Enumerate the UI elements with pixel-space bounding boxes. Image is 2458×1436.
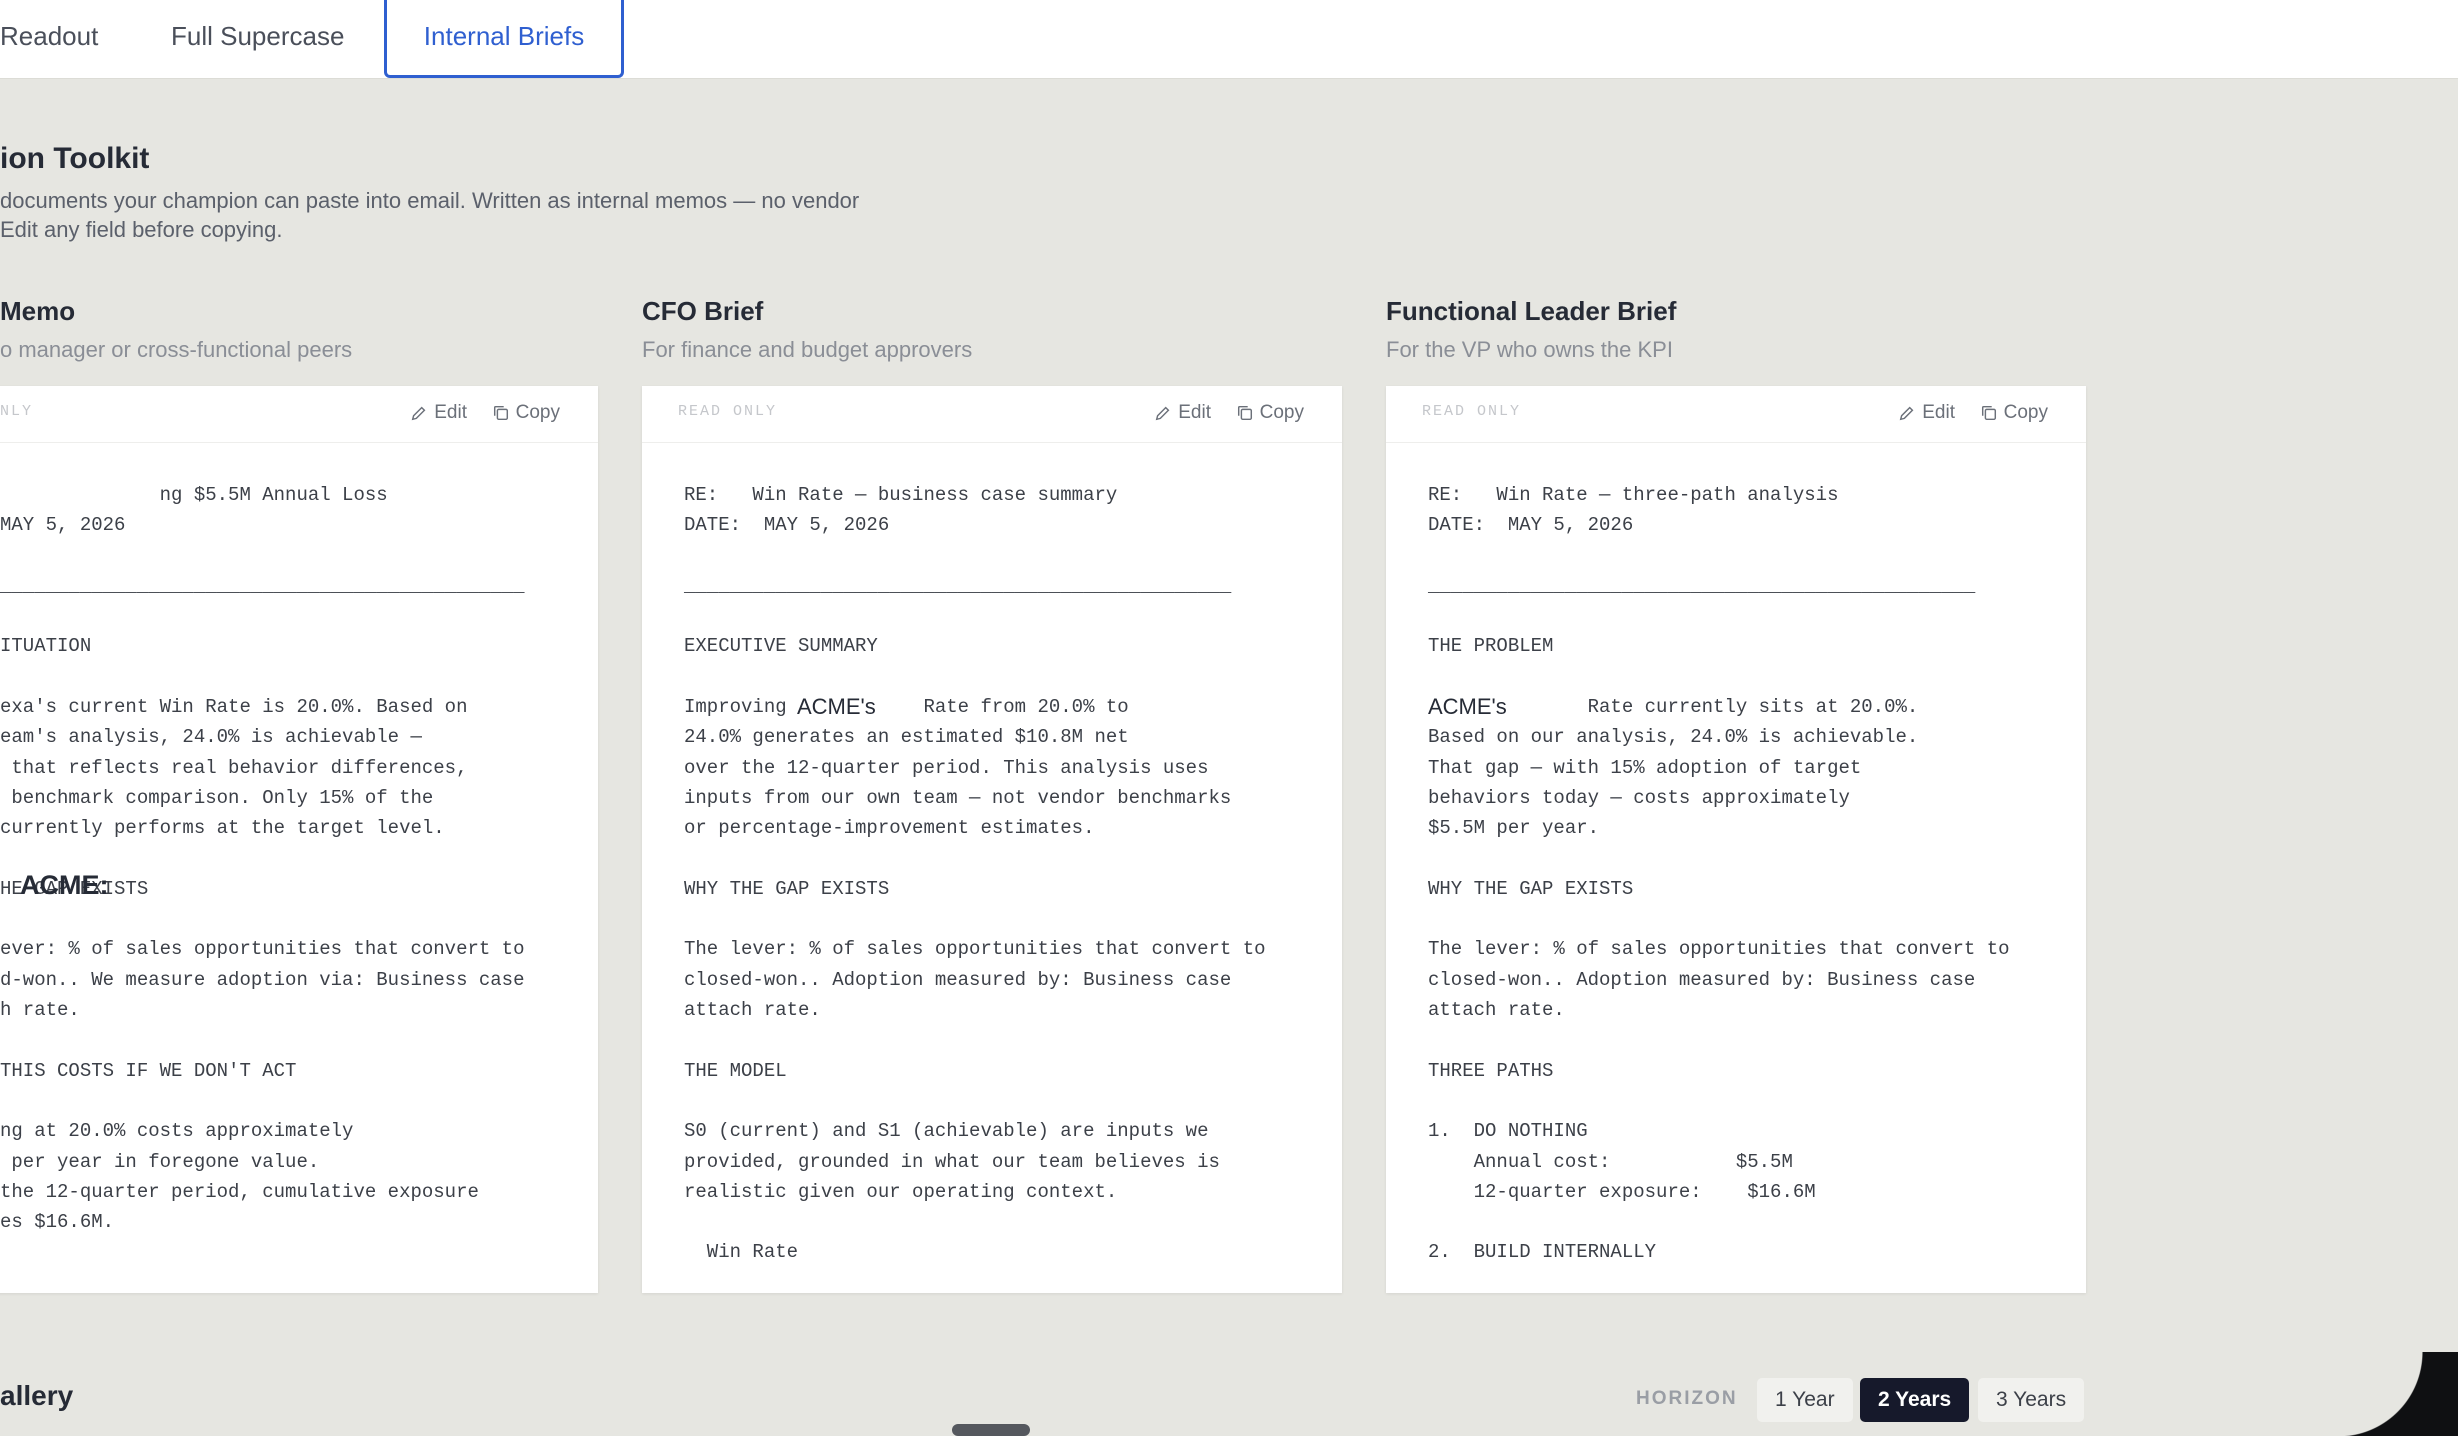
pencil-icon (411, 406, 426, 421)
tab-full-supercase[interactable]: Full Supercase (171, 0, 344, 78)
copy-label: Copy (515, 402, 560, 423)
cfo-card-title: CFO Brief (642, 296, 764, 326)
read-only-label: READ ONLY (1422, 403, 1522, 420)
cfo-card-toolbar: READ ONLY Edit Copy (642, 386, 1342, 443)
edit-label: Edit (434, 402, 467, 423)
read-only-label: NLY (0, 403, 34, 420)
memo-copy-button[interactable]: Copy (492, 400, 560, 426)
copy-label: Copy (1259, 402, 1304, 423)
gallery-section-title: allery (0, 1380, 74, 1411)
memo-card: NLY Edit Copy ng $5.5M Annual Loss MAY 5… (0, 386, 598, 1293)
functional-card-title: Functional Leader Brief (1386, 296, 1677, 326)
memo-card-title: Memo (0, 296, 76, 326)
memo-card-header: Memo o manager or cross-functional peers (0, 296, 700, 363)
memo-card-subtitle: o manager or cross-functional peers (0, 337, 353, 362)
cfo-edit-button[interactable]: Edit (1154, 400, 1211, 426)
cfo-copy-button[interactable]: Copy (1236, 400, 1304, 426)
cfo-card: READ ONLY Edit Copy RE: Win Rate — busin… (642, 386, 1342, 1293)
horizon-1-year-button[interactable]: 1 Year (1757, 1378, 1853, 1422)
functional-card-toolbar: READ ONLY Edit Copy (1386, 386, 2086, 443)
tab-internal-briefs[interactable]: Internal Briefs (384, 0, 624, 78)
company-name-overlay: ACME's (797, 694, 876, 719)
horizon-label: HORIZON (1636, 1388, 1738, 1409)
cfo-body-text[interactable]: RE: Win Rate — business case summary DAT… (684, 480, 1324, 1268)
functional-body-text[interactable]: RE: Win Rate — three-path analysis DATE:… (1428, 480, 2068, 1268)
company-name-overlay: ACME's (1428, 694, 1507, 719)
functional-copy-button[interactable]: Copy (1980, 400, 2048, 426)
horizon-3-years-button[interactable]: 3 Years (1978, 1378, 2085, 1422)
functional-edit-button[interactable]: Edit (1898, 400, 1955, 426)
memo-body-text[interactable]: ng $5.5M Annual Loss MAY 5, 2026 _______… (0, 480, 598, 1237)
pencil-icon (1155, 406, 1170, 421)
functional-card-header: Functional Leader Brief For the VP who o… (1386, 296, 2086, 363)
functional-card-subtitle: For the VP who owns the KPI (1386, 337, 1673, 362)
cfo-card-header: CFO Brief For finance and budget approve… (642, 296, 1342, 363)
copy-icon (493, 405, 508, 421)
copy-icon (1237, 405, 1252, 421)
company-name-overlay: ACME: (20, 870, 109, 900)
memo-edit-button[interactable]: Edit (410, 400, 467, 426)
horizontal-scrollbar-thumb[interactable] (952, 1424, 1030, 1436)
top-tab-bar: Readout Full Supercase Internal Briefs (0, 0, 2458, 79)
horizon-2-years-button[interactable]: 2 Years (1860, 1378, 1970, 1422)
functional-card: READ ONLY Edit Copy RE: Win Rate — three… (1386, 386, 2086, 1293)
edit-label: Edit (1922, 402, 1955, 423)
read-only-label: READ ONLY (678, 403, 778, 420)
section-description: documents your champion can paste into e… (0, 188, 860, 242)
edit-label: Edit (1178, 402, 1211, 423)
memo-card-toolbar: NLY Edit Copy (0, 386, 598, 443)
copy-icon (1981, 405, 1996, 421)
section-title: ion Toolkit (0, 142, 150, 175)
pencil-icon (1899, 406, 1914, 421)
tab-readout[interactable]: Readout (0, 0, 98, 78)
copy-label: Copy (2003, 402, 2048, 423)
cfo-card-subtitle: For finance and budget approvers (642, 337, 973, 362)
window-corner (2338, 1352, 2458, 1436)
